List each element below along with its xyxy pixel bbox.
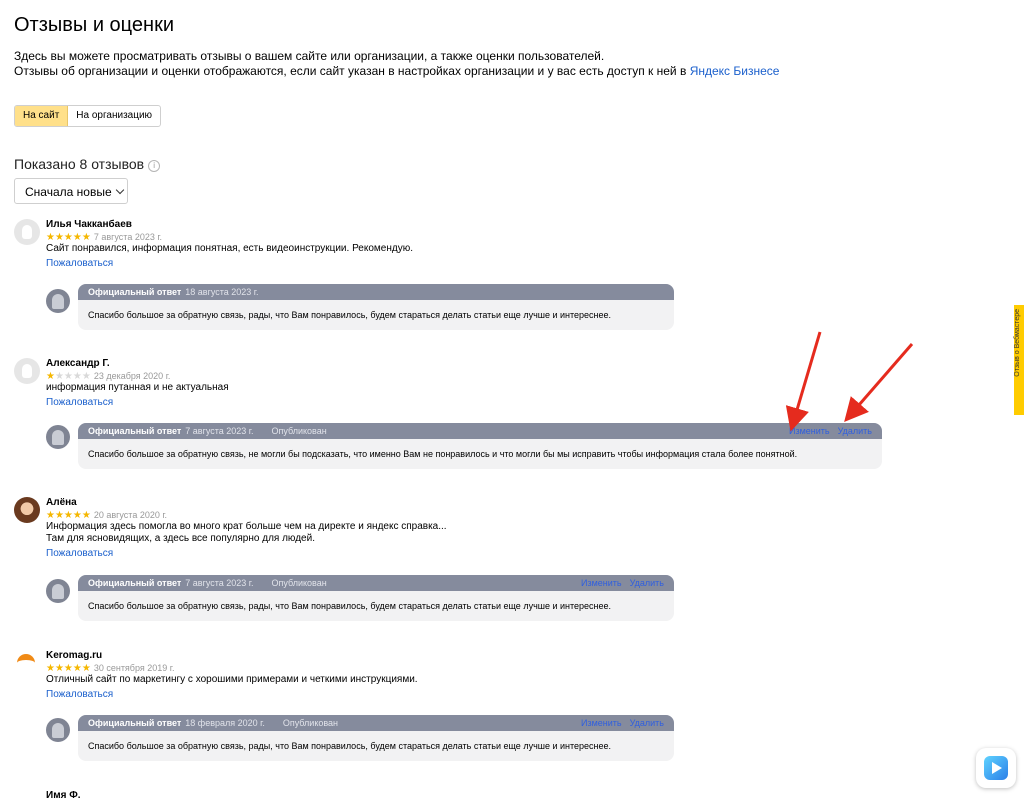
review-date: 30 сентября 2019 г.: [93, 663, 175, 673]
review-rating-line: ★★★★★ 7 августа 2023 г.: [46, 232, 162, 243]
page-title: Отзывы и оценки: [14, 14, 174, 36]
review-target-switcher: На сайт На организацию: [14, 105, 162, 127]
complain-link[interactable]: Пожаловаться: [46, 548, 113, 559]
description-line-1: Здесь вы можете просматривать отзывы о в…: [14, 49, 605, 63]
complain-link[interactable]: Пожаловаться: [46, 258, 113, 269]
delete-answer-button[interactable]: Удалить: [630, 718, 664, 728]
official-answer-label: Официальный ответ: [88, 578, 182, 588]
review-author[interactable]: Keromag.ru: [46, 650, 102, 661]
arrow-to-edit: [785, 331, 822, 432]
answer-date: 18 февраля 2020 г.: [185, 718, 265, 728]
feedback-side-tab[interactable]: Отзыв о Вебмастере: [1014, 305, 1024, 415]
yandex-business-link[interactable]: Яндекс Бизнесе: [690, 64, 780, 78]
description-line-2: Отзывы об организации и оценки отображаю…: [14, 64, 779, 79]
tab-organization[interactable]: На организацию: [68, 106, 160, 126]
answer-avatar: [46, 289, 70, 313]
edit-answer-button[interactable]: Изменить: [581, 578, 622, 588]
official-answer: Официальный ответ 7 августа 2023 г. Опубли…: [78, 575, 674, 621]
complain-link[interactable]: Пожаловаться: [46, 397, 113, 408]
stars-filled: ★★★★★: [46, 510, 91, 521]
user-avatar: [14, 219, 40, 245]
stars-filled: ★: [46, 371, 55, 382]
review-author[interactable]: Алёна: [46, 497, 77, 508]
review-date: 23 декабря 2020 г.: [93, 371, 171, 381]
official-answer-label: Официальный ответ: [88, 426, 182, 436]
answer-text: Спасибо большое за обратную связь, рады,…: [88, 310, 612, 320]
official-answer-header: Официальный ответ 18 февраля 2020 г. Опубл…: [78, 715, 674, 731]
feedback-side-tab-label: Отзыв о Вебмастере: [1014, 309, 1021, 377]
official-answer: Официальный ответ 18 августа 2023 г. Спас…: [78, 284, 674, 330]
review-text-line-2: Там для ясновидящих, а здесь все популяр…: [46, 533, 315, 544]
page-description: Здесь вы можете просматривать отзывы о в…: [14, 49, 779, 79]
delete-answer-button[interactable]: Удалить: [838, 426, 872, 436]
answer-status: Опубликован: [271, 426, 327, 436]
user-avatar: [14, 497, 40, 523]
official-answer-label: Официальный ответ: [88, 718, 182, 728]
answer-avatar: [46, 718, 70, 742]
description-line-2-text: Отзывы об организации и оценки отображаю…: [14, 64, 687, 78]
review-author[interactable]: Имя Ф.: [46, 790, 81, 801]
review-text: Информация здесь помогла во много крат б…: [46, 521, 447, 545]
answer-text: Спасибо большое за обратную связь, не мо…: [88, 449, 798, 459]
answer-avatar: [46, 579, 70, 603]
user-avatar: [14, 650, 40, 676]
stars-filled: ★★★★★: [46, 232, 91, 243]
edit-answer-button[interactable]: Изменить: [581, 718, 622, 728]
reviews-count: Показано 8 отзывов i: [14, 156, 161, 172]
review-rating-line: ★★★★★ 23 декабря 2020 г.: [46, 371, 170, 382]
stars-empty: ★★★★: [54, 371, 91, 382]
answer-avatar: [46, 425, 70, 449]
answer-text: Спасибо большое за обратную связь, рады,…: [88, 601, 612, 611]
answer-actions: Изменить Удалить: [573, 575, 664, 591]
answer-status: Опубликован: [271, 578, 327, 588]
review-author[interactable]: Александр Г.: [46, 358, 110, 369]
star-rating: ★★★★★: [46, 663, 91, 674]
user-avatar: [14, 358, 40, 384]
reviews-count-text: Показано 8 отзывов: [14, 156, 145, 172]
answer-date: 7 августа 2023 г.: [185, 426, 254, 436]
review-author[interactable]: Илья Чакканбаев: [46, 219, 132, 230]
chat-button-icon[interactable]: [976, 748, 1016, 788]
star-rating: ★★★★★: [46, 371, 91, 382]
tab-site[interactable]: На сайт: [15, 106, 69, 126]
complain-link[interactable]: Пожаловаться: [46, 689, 113, 700]
review-text-line-1: Информация здесь помогла во много крат б…: [46, 521, 447, 532]
review-text: Сайт понравился, информация понятная, ес…: [46, 243, 413, 254]
answer-status: Опубликован: [282, 718, 339, 728]
official-answer-label: Официальный ответ: [88, 287, 182, 297]
arrow-to-delete: [844, 343, 914, 423]
review-rating-line: ★★★★★ 20 августа 2020 г.: [46, 510, 167, 521]
answer-text: Спасибо большое за обратную связь, рады,…: [88, 741, 612, 751]
official-answer-header: Официальный ответ 18 августа 2023 г.: [78, 284, 674, 300]
review-date: 20 августа 2020 г.: [93, 510, 168, 520]
answer-actions: Изменить Удалить: [573, 715, 664, 731]
edit-answer-button[interactable]: Изменить: [789, 426, 830, 436]
delete-answer-button[interactable]: Удалить: [630, 578, 664, 588]
answer-actions: Изменить Удалить: [781, 423, 872, 439]
stars-filled: ★★★★★: [46, 663, 91, 674]
star-rating: ★★★★★: [46, 232, 91, 243]
star-rating: ★★★★★: [46, 510, 91, 521]
answer-date: 7 августа 2023 г.: [185, 578, 254, 588]
official-answer-header: Официальный ответ 7 августа 2023 г. Опубли…: [78, 575, 674, 591]
sort-label: Сначала новые: [25, 185, 112, 199]
review-rating-line: ★★★★★ 30 сентября 2019 г.: [46, 663, 174, 674]
chevron-down-icon: [115, 185, 124, 195]
review-text: Отличный сайт по маркетингу с хорошими п…: [46, 674, 418, 685]
review-text: информация путанная и не актуальная: [46, 382, 229, 393]
official-answer: Официальный ответ 7 августа 2023 г. Опубли…: [78, 423, 882, 469]
review-date: 7 августа 2023 г.: [93, 232, 163, 242]
info-icon[interactable]: i: [148, 160, 161, 172]
official-answer-header: Официальный ответ 7 августа 2023 г. Опубли…: [78, 423, 882, 439]
official-answer: Официальный ответ 18 февраля 2020 г. Опубл…: [78, 715, 674, 761]
sort-dropdown[interactable]: Сначала новые: [14, 178, 128, 204]
answer-date: 18 августа 2023 г.: [185, 287, 259, 297]
